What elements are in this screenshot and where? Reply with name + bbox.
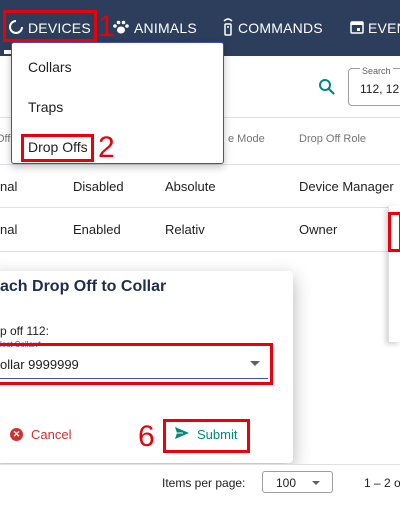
cancel-icon: ✕ — [10, 428, 23, 441]
table-cell: Enabled — [73, 222, 121, 237]
search-icon[interactable] — [318, 78, 336, 101]
nav-animals-label: ANIMALS — [134, 20, 197, 36]
annotation-box-drop-offs — [21, 134, 94, 162]
table-row[interactable]: nal Disabled Absolute Device Manager — [0, 164, 400, 208]
paw-icon — [112, 19, 130, 38]
nav-commands-label: COMMANDS — [238, 20, 323, 36]
calendar-icon — [350, 20, 364, 37]
cancel-button-label: Cancel — [31, 427, 72, 442]
table-cell: Owner — [299, 222, 338, 237]
page-size-select[interactable] — [262, 471, 333, 493]
column-header-off: Off — [0, 133, 11, 145]
annotation-box-devices — [3, 10, 97, 42]
table-cell: Device Manager — [299, 179, 394, 194]
page-range-label: 1 – 2 o — [364, 476, 400, 490]
table-cell: Absolute — [165, 179, 216, 194]
table-cell: Disabled — [73, 179, 124, 194]
nav-events[interactable]: EVEN — [350, 0, 400, 56]
table-cell: Relativ — [165, 222, 205, 237]
chevron-down-icon[interactable] — [312, 481, 320, 485]
table-cell: nal — [0, 179, 18, 194]
column-header-drop-off-role: Drop Off Role — [299, 133, 367, 145]
table-row[interactable]: nal Enabled Relativ Owner — [0, 208, 400, 252]
cancel-button[interactable]: ✕ Cancel — [10, 427, 71, 442]
paginator — [0, 464, 400, 516]
dialog-title: ach Drop Off to Collar — [0, 278, 167, 295]
annotation-number-1: 1 — [98, 10, 115, 43]
table-cell: nal — [0, 222, 18, 237]
search-input-value[interactable]: 112, 1212 — [360, 82, 400, 96]
annotation-box-submit — [163, 419, 250, 453]
menu-item-traps[interactable]: Traps — [28, 99, 63, 115]
page-size-value[interactable]: 100 — [276, 476, 296, 490]
annotation-box-collar-select — [0, 343, 273, 385]
menu-item-collars[interactable]: Collars — [28, 59, 72, 75]
column-header-mode: e Mode — [228, 133, 265, 145]
annotation-number-6: 6 — [138, 420, 155, 453]
items-per-page-label: Items per page: — [162, 476, 246, 490]
nav-commands[interactable]: COMMANDS — [222, 0, 323, 56]
annotation-box-side-panel — [388, 212, 400, 252]
search-input-label: Search — [360, 66, 393, 76]
nav-events-label: EVEN — [368, 20, 400, 36]
remote-icon — [222, 17, 234, 39]
annotation-number-2: 2 — [98, 131, 115, 164]
dialog-description: p off 112: — [0, 324, 49, 338]
